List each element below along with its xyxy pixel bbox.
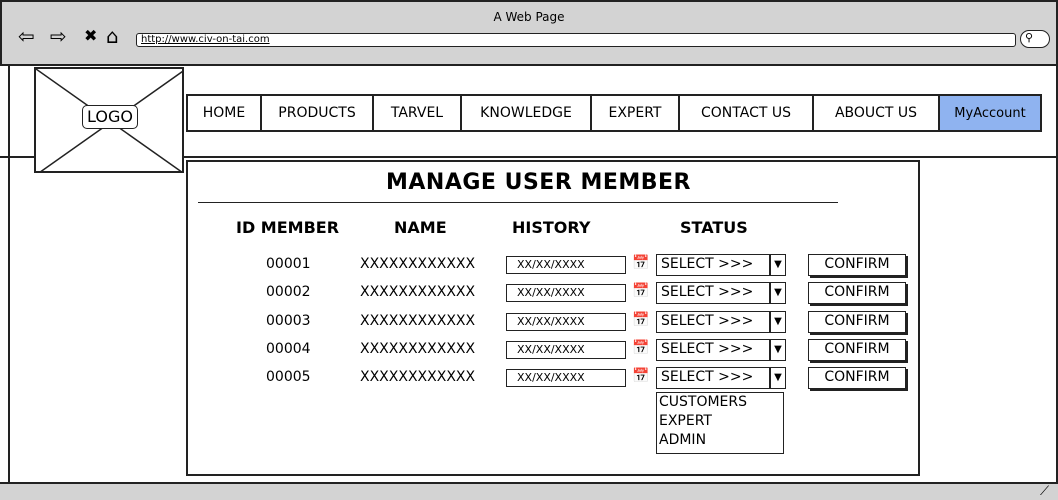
chevron-down-icon[interactable]: ▼ bbox=[770, 339, 786, 361]
column-header-status: STATUS bbox=[680, 218, 748, 237]
confirm-button[interactable]: CONFIRM bbox=[808, 254, 906, 276]
calendar-icon[interactable]: 📅 bbox=[632, 254, 650, 272]
nav-item-expert[interactable]: EXPERT bbox=[592, 94, 680, 132]
dropdown-option-customers[interactable]: CUSTOMERS bbox=[657, 393, 783, 412]
row-id-cell: 00002 bbox=[266, 284, 311, 300]
logo-label: LOGO bbox=[82, 105, 138, 129]
chevron-down-icon[interactable]: ▼ bbox=[770, 311, 786, 333]
nav-item-home[interactable]: HOME bbox=[186, 94, 262, 132]
row-name-cell: XXXXXXXXXXXX bbox=[360, 284, 476, 300]
status-select[interactable]: SELECT >>> bbox=[656, 254, 770, 276]
page-left-border bbox=[8, 66, 10, 482]
calendar-icon[interactable]: 📅 bbox=[632, 367, 650, 385]
dropdown-option-expert[interactable]: EXPERT bbox=[657, 412, 783, 431]
row-name-cell: XXXXXXXXXXXX bbox=[360, 341, 476, 357]
row-name-cell: XXXXXXXXXXXX bbox=[360, 313, 476, 329]
chevron-down-icon[interactable]: ▼ bbox=[770, 282, 786, 304]
nav-item-about-us[interactable]: ABOUCT US bbox=[814, 94, 940, 132]
chevron-down-icon[interactable]: ▼ bbox=[770, 367, 786, 389]
back-arrow-icon[interactable]: ⇦ bbox=[18, 25, 35, 47]
history-date-field[interactable]: XX/XX/XXXX bbox=[506, 284, 626, 302]
logo-placeholder: LOGO bbox=[34, 67, 184, 173]
history-date-field[interactable]: XX/XX/XXXX bbox=[506, 256, 626, 274]
history-date-field[interactable]: XX/XX/XXXX bbox=[506, 369, 626, 387]
status-bar bbox=[0, 482, 1058, 500]
row-id-cell: 00004 bbox=[266, 341, 311, 357]
history-date-field[interactable]: XX/XX/XXXX bbox=[506, 313, 626, 331]
column-header-name: NAME bbox=[394, 218, 447, 237]
search-icon[interactable]: ⚲ bbox=[1020, 30, 1050, 48]
row-id-cell: 00003 bbox=[266, 313, 311, 329]
confirm-button[interactable]: CONFIRM bbox=[808, 282, 906, 304]
window-title: A Web Page bbox=[493, 10, 565, 24]
nav-item-products[interactable]: PRODUCTS bbox=[262, 94, 374, 132]
url-bar[interactable]: http://www.civ-on-tai.com bbox=[136, 33, 1016, 47]
row-name-cell: XXXXXXXXXXXX bbox=[360, 256, 476, 272]
status-select[interactable]: SELECT >>> bbox=[656, 282, 770, 304]
title-divider bbox=[198, 202, 838, 203]
row-name-cell: XXXXXXXXXXXX bbox=[360, 369, 476, 385]
confirm-button[interactable]: CONFIRM bbox=[808, 339, 906, 361]
column-header-id: ID MEMBER bbox=[236, 218, 340, 237]
page-title: MANAGE USER MEMBER bbox=[386, 170, 691, 195]
calendar-icon[interactable]: 📅 bbox=[632, 339, 650, 357]
calendar-icon[interactable]: 📅 bbox=[632, 311, 650, 329]
nav-item-my-account[interactable]: MyAccount bbox=[940, 94, 1042, 132]
nav-item-knowledge[interactable]: KNOWLEDGE bbox=[462, 94, 592, 132]
column-header-history: HISTORY bbox=[512, 218, 591, 237]
confirm-button[interactable]: CONFIRM bbox=[808, 311, 906, 333]
status-select[interactable]: SELECT >>> bbox=[656, 339, 770, 361]
nav-item-travel[interactable]: TARVEL bbox=[374, 94, 462, 132]
home-icon[interactable]: ⌂ bbox=[106, 25, 119, 47]
main-nav: HOME PRODUCTS TARVEL KNOWLEDGE EXPERT CO… bbox=[186, 94, 1042, 132]
history-date-field[interactable]: XX/XX/XXXX bbox=[506, 341, 626, 359]
chevron-down-icon[interactable]: ▼ bbox=[770, 254, 786, 276]
forward-arrow-icon[interactable]: ⇨ bbox=[50, 25, 67, 47]
nav-item-contact-us[interactable]: CONTACT US bbox=[680, 94, 814, 132]
status-dropdown-menu: CUSTOMERS EXPERT ADMIN bbox=[656, 392, 784, 454]
row-id-cell: 00005 bbox=[266, 369, 311, 385]
row-id-cell: 00001 bbox=[266, 256, 311, 272]
close-icon[interactable]: ✖ bbox=[84, 25, 97, 47]
confirm-button[interactable]: CONFIRM bbox=[808, 367, 906, 389]
status-select[interactable]: SELECT >>> bbox=[656, 367, 770, 389]
dropdown-option-admin[interactable]: ADMIN bbox=[657, 431, 783, 450]
resize-handle-icon[interactable]: ⟋ bbox=[1040, 484, 1049, 499]
status-select[interactable]: SELECT >>> bbox=[656, 311, 770, 333]
calendar-icon[interactable]: 📅 bbox=[632, 282, 650, 300]
